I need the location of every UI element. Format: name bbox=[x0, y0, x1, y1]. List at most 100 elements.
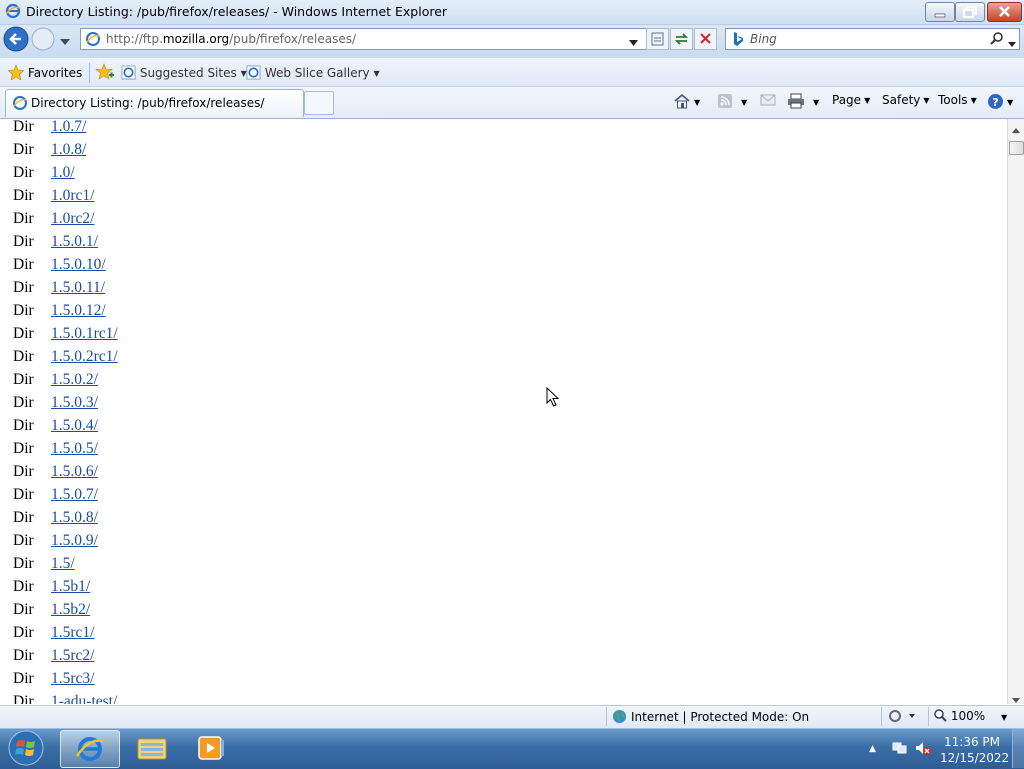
directory-link[interactable]: 1.5.0.4/ bbox=[51, 417, 98, 434]
list-item: Dir 1.5.0.8/ bbox=[13, 506, 118, 529]
directory-link[interactable]: 1.0/ bbox=[51, 164, 75, 181]
address-dropdown[interactable] bbox=[629, 35, 638, 49]
entry-type: Dir bbox=[13, 141, 34, 158]
help-button[interactable]: ? ▼ bbox=[987, 93, 1013, 110]
zoom-level-button[interactable]: 100% ▼ bbox=[934, 709, 1007, 723]
safety-menu-button[interactable]: Safety ▼ bbox=[882, 93, 930, 107]
minimize-button[interactable] bbox=[925, 2, 955, 22]
entry-type: Dir bbox=[13, 348, 34, 365]
suggested-sites-button[interactable]: Suggested Sites ▼ bbox=[121, 65, 247, 80]
page-menu-button[interactable]: Page ▼ bbox=[832, 93, 870, 107]
directory-link[interactable]: 1.5.0.5/ bbox=[51, 440, 98, 457]
volume-muted-icon[interactable] bbox=[914, 740, 932, 759]
page-icon bbox=[85, 31, 101, 50]
show-hidden-icons-button[interactable]: ▲ bbox=[869, 744, 876, 754]
vertical-scrollbar[interactable] bbox=[1007, 119, 1024, 704]
directory-link[interactable]: 1.5.0.12/ bbox=[51, 302, 106, 319]
ie-page-icon bbox=[246, 65, 261, 80]
tools-menu-button[interactable]: Tools ▼ bbox=[938, 93, 977, 107]
directory-link[interactable]: 1.5.0.2/ bbox=[51, 371, 98, 388]
feeds-button[interactable]: ▼ bbox=[717, 93, 747, 109]
list-item: Dir 1.5.0.1/ bbox=[13, 230, 118, 253]
forward-button[interactable] bbox=[31, 27, 55, 51]
directory-link[interactable]: 1.5.0.11/ bbox=[51, 279, 105, 296]
directory-link[interactable]: 1.0rc1/ bbox=[51, 187, 94, 204]
ie-page-icon bbox=[12, 95, 28, 114]
directory-link[interactable]: 1.5/ bbox=[51, 555, 75, 572]
directory-link[interactable]: 1-adu-test/ bbox=[51, 693, 117, 704]
internet-explorer-icon bbox=[75, 737, 104, 761]
show-desktop-button[interactable] bbox=[1012, 729, 1024, 768]
entry-type: Dir bbox=[13, 417, 34, 434]
globe-icon bbox=[612, 709, 627, 724]
add-favorite-star-icon bbox=[95, 63, 114, 80]
address-bar[interactable]: http://ftp.mozilla.org/pub/firefox/relea… bbox=[80, 28, 647, 50]
security-zone[interactable]: Internet | Protected Mode: On bbox=[612, 709, 809, 724]
compatibility-view-button[interactable] bbox=[646, 28, 669, 50]
search-box[interactable]: Bing bbox=[725, 28, 1020, 50]
title-bar: Directory Listing: /pub/firefox/releases… bbox=[0, 0, 1024, 25]
directory-link[interactable]: 1.5.0.9/ bbox=[51, 532, 98, 549]
home-button[interactable]: ▼ bbox=[673, 93, 700, 109]
add-to-favorites-bar-button[interactable] bbox=[95, 63, 115, 84]
directory-link[interactable]: 1.5.0.3/ bbox=[51, 394, 98, 411]
directory-link[interactable]: 1.5.0.1/ bbox=[51, 233, 98, 250]
list-item: Dir 1.5/ bbox=[13, 552, 118, 575]
search-options-dropdown[interactable] bbox=[1008, 36, 1016, 50]
directory-link[interactable]: 1.5.0.7/ bbox=[51, 486, 98, 503]
entry-type: Dir bbox=[13, 210, 34, 227]
directory-link[interactable]: 1.0.7/ bbox=[51, 119, 86, 135]
tab-directory-listing[interactable]: Directory Listing: /pub/firefox/releases… bbox=[5, 89, 304, 117]
system-clock[interactable]: 11:36 PM 12/15/2022 bbox=[940, 734, 1009, 766]
favorites-button[interactable]: Favorites bbox=[7, 64, 82, 81]
directory-link[interactable]: 1.0.8/ bbox=[51, 141, 86, 158]
printer-icon bbox=[788, 93, 804, 109]
start-button[interactable] bbox=[6, 730, 46, 769]
list-item: Dir 1.0.8/ bbox=[13, 138, 118, 161]
read-mail-button[interactable] bbox=[760, 93, 776, 107]
status-separator bbox=[928, 707, 929, 726]
entry-type: Dir bbox=[13, 325, 34, 342]
status-separator bbox=[606, 707, 607, 726]
restore-button[interactable] bbox=[955, 2, 985, 22]
directory-link[interactable]: 1.5rc3/ bbox=[51, 670, 94, 687]
directory-link[interactable]: 1.5b1/ bbox=[51, 578, 90, 595]
refresh-icon bbox=[674, 33, 689, 45]
directory-link[interactable]: 1.0rc2/ bbox=[51, 210, 94, 227]
refresh-button[interactable] bbox=[670, 28, 693, 50]
taskbar-media-player[interactable] bbox=[182, 730, 240, 766]
ie-logo-icon bbox=[5, 3, 21, 22]
protected-mode-button[interactable] bbox=[887, 709, 917, 726]
directory-link[interactable]: 1.5.0.6/ bbox=[51, 463, 98, 480]
close-window-button[interactable] bbox=[987, 2, 1022, 22]
entry-type: Dir bbox=[13, 164, 34, 181]
media-player-icon bbox=[198, 736, 224, 760]
entry-type: Dir bbox=[13, 463, 34, 480]
recent-pages-dropdown[interactable] bbox=[60, 34, 70, 48]
stop-icon bbox=[700, 33, 711, 44]
zoom-icon bbox=[934, 709, 947, 722]
taskbar-windows-explorer[interactable] bbox=[122, 730, 180, 766]
scroll-down-arrow-icon[interactable] bbox=[1012, 692, 1020, 706]
stop-button[interactable] bbox=[694, 28, 717, 50]
directory-link[interactable]: 1.5b2/ bbox=[51, 601, 90, 618]
print-button[interactable]: ▼ bbox=[787, 93, 819, 109]
scroll-up-arrow-icon[interactable] bbox=[1012, 122, 1020, 136]
web-slice-gallery-button[interactable]: Web Slice Gallery ▼ bbox=[246, 65, 380, 80]
search-icon[interactable] bbox=[989, 31, 1005, 50]
directory-link[interactable]: 1.5rc2/ bbox=[51, 647, 94, 664]
back-button[interactable] bbox=[3, 26, 29, 52]
directory-link[interactable]: 1.5.0.2rc1/ bbox=[51, 348, 118, 365]
list-item: Dir 1.5.0.3/ bbox=[13, 391, 118, 414]
taskbar-internet-explorer[interactable] bbox=[60, 730, 120, 768]
search-input[interactable]: Bing bbox=[750, 32, 777, 46]
directory-link[interactable]: 1.5.0.8/ bbox=[51, 509, 98, 526]
directory-link[interactable]: 1.5rc1/ bbox=[51, 624, 94, 641]
directory-link[interactable]: 1.5.0.1rc1/ bbox=[51, 325, 118, 342]
directory-link[interactable]: 1.5.0.10/ bbox=[51, 256, 106, 273]
address-url[interactable]: http://ftp.mozilla.org/pub/firefox/relea… bbox=[106, 32, 356, 46]
new-tab-button[interactable] bbox=[304, 91, 334, 115]
scrollbar-thumb[interactable] bbox=[1009, 141, 1024, 155]
entry-type: Dir bbox=[13, 601, 34, 618]
network-icon[interactable] bbox=[891, 740, 909, 759]
